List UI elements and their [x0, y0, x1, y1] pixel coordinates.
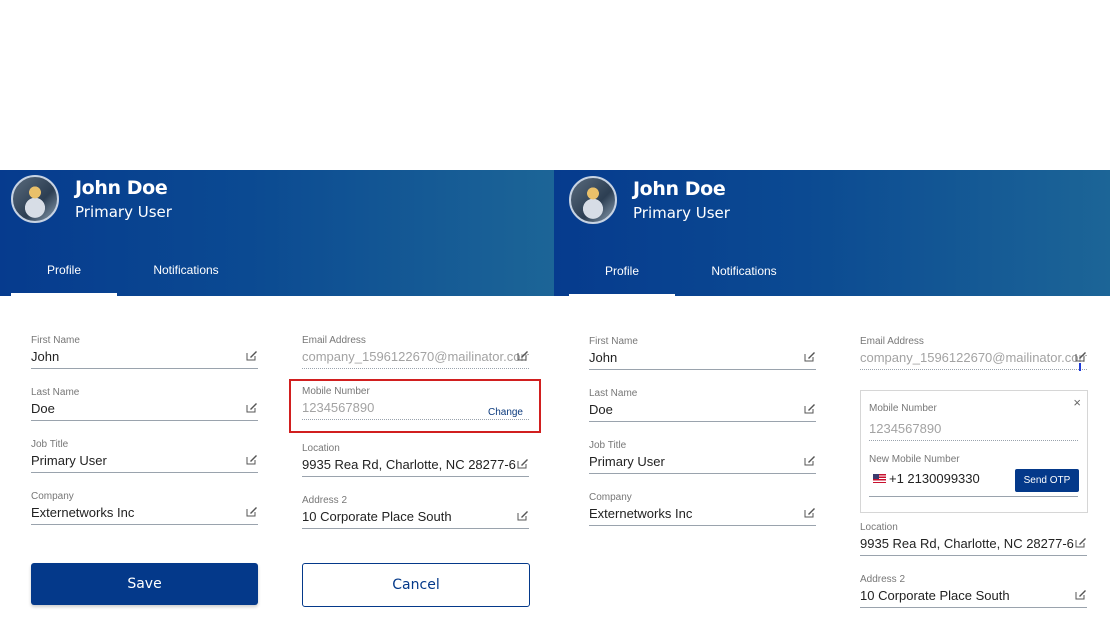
first-name-input[interactable]: John: [31, 349, 258, 369]
job-title-input[interactable]: Primary User: [31, 453, 258, 473]
email-label: Email Address: [302, 335, 366, 346]
close-icon[interactable]: ×: [1073, 395, 1081, 410]
location-field: Location 9935 Rea Rd, Charlotte, NC 2827…: [302, 443, 529, 477]
address2-label: Address 2: [302, 495, 348, 506]
email-field: Email Address company_1596122670@mailina…: [302, 335, 529, 369]
company-field: Company Externetworks Inc: [589, 492, 816, 526]
change-mobile-link[interactable]: Change: [488, 407, 523, 418]
last-name-field: Last Name Doe: [31, 387, 258, 421]
company-label: Company: [31, 491, 74, 502]
email-input: company_1596122670@mailinator.com: [302, 349, 529, 369]
edit-icon[interactable]: [517, 510, 529, 521]
last-name-label: Last Name: [589, 388, 638, 399]
last-name-field: Last Name Doe: [589, 388, 816, 422]
tab-notifications[interactable]: Notifications: [128, 263, 244, 296]
user-name: John Doe: [75, 177, 168, 199]
job-title-label: Job Title: [589, 440, 627, 451]
user-role: Primary User: [633, 204, 730, 222]
edit-icon[interactable]: [1075, 537, 1087, 548]
edit-icon[interactable]: [246, 506, 258, 517]
tab-profile[interactable]: Profile: [11, 263, 117, 296]
avatar: [569, 176, 617, 224]
address2-field: Address 2 10 Corporate Place South: [302, 495, 529, 529]
edit-icon[interactable]: [1075, 351, 1087, 362]
tab-notifications[interactable]: Notifications: [686, 264, 802, 297]
edit-icon[interactable]: [246, 402, 258, 413]
first-name-input[interactable]: John: [589, 350, 816, 370]
edit-icon[interactable]: [804, 455, 816, 466]
first-name-field: First Name John: [589, 336, 816, 370]
profile-header: John Doe Primary User Profile Notificati…: [554, 170, 1110, 297]
first-name-label: First Name: [31, 335, 80, 346]
location-label: Location: [302, 443, 340, 454]
first-name-field: First Name John: [31, 335, 258, 369]
location-field: Location 9935 Rea Rd, Charlotte, NC 2827…: [860, 522, 1087, 556]
job-title-label: Job Title: [31, 439, 69, 450]
edit-icon[interactable]: [517, 350, 529, 361]
mobile-input: 1234567890: [869, 421, 1078, 441]
address2-input[interactable]: 10 Corporate Place South: [302, 509, 529, 529]
cancel-button[interactable]: Cancel: [302, 563, 530, 607]
edit-icon[interactable]: [517, 458, 529, 469]
location-label: Location: [860, 522, 898, 533]
location-input[interactable]: 9935 Rea Rd, Charlotte, NC 28277-6: [860, 536, 1087, 556]
location-input[interactable]: 9935 Rea Rd, Charlotte, NC 28277-6: [302, 457, 529, 477]
profile-header: John Doe Primary User Profile Notificati…: [0, 170, 554, 296]
profile-panel-right: John Doe Primary User Profile Notificati…: [554, 170, 1110, 618]
send-otp-button[interactable]: Send OTP: [1015, 469, 1079, 492]
job-title-input[interactable]: Primary User: [589, 454, 816, 474]
mobile-label: Mobile Number: [302, 386, 370, 397]
company-input[interactable]: Externetworks Inc: [589, 506, 816, 526]
user-role: Primary User: [75, 203, 172, 221]
new-mobile-field: +1 2130099330 Send OTP: [869, 469, 1079, 497]
new-mobile-label: New Mobile Number: [869, 454, 960, 465]
email-label: Email Address: [860, 336, 924, 347]
profile-panel-left: John Doe Primary User Profile Notificati…: [0, 170, 554, 618]
company-label: Company: [589, 492, 632, 503]
change-mobile-card: × Mobile Number 1234567890 New Mobile Nu…: [860, 390, 1088, 513]
edit-icon[interactable]: [246, 350, 258, 361]
company-field: Company Externetworks Inc: [31, 491, 258, 525]
avatar: [11, 175, 59, 223]
save-button[interactable]: Save: [31, 563, 258, 605]
address2-label: Address 2: [860, 574, 906, 585]
company-input[interactable]: Externetworks Inc: [31, 505, 258, 525]
tab-profile[interactable]: Profile: [569, 264, 675, 297]
mobile-label: Mobile Number: [869, 403, 937, 414]
first-name-label: First Name: [589, 336, 638, 347]
new-mobile-input[interactable]: +1 2130099330: [889, 471, 980, 486]
address2-input[interactable]: 10 Corporate Place South: [860, 588, 1087, 608]
last-name-input[interactable]: Doe: [589, 402, 816, 422]
edit-icon[interactable]: [1075, 589, 1087, 600]
edit-icon[interactable]: [246, 454, 258, 465]
scroll-indicator: [1079, 363, 1081, 371]
us-flag-icon[interactable]: [873, 474, 886, 483]
address2-field: Address 2 10 Corporate Place South: [860, 574, 1087, 608]
email-input: company_1596122670@mailinator.com: [860, 350, 1087, 370]
user-name: John Doe: [633, 178, 726, 200]
edit-icon[interactable]: [804, 351, 816, 362]
job-title-field: Job Title Primary User: [589, 440, 816, 474]
last-name-input[interactable]: Doe: [31, 401, 258, 421]
email-field: Email Address company_1596122670@mailina…: [860, 336, 1087, 370]
edit-icon[interactable]: [804, 507, 816, 518]
mobile-highlight-box: Mobile Number 1234567890 Change: [289, 379, 541, 433]
last-name-label: Last Name: [31, 387, 80, 398]
job-title-field: Job Title Primary User: [31, 439, 258, 473]
edit-icon[interactable]: [804, 403, 816, 414]
